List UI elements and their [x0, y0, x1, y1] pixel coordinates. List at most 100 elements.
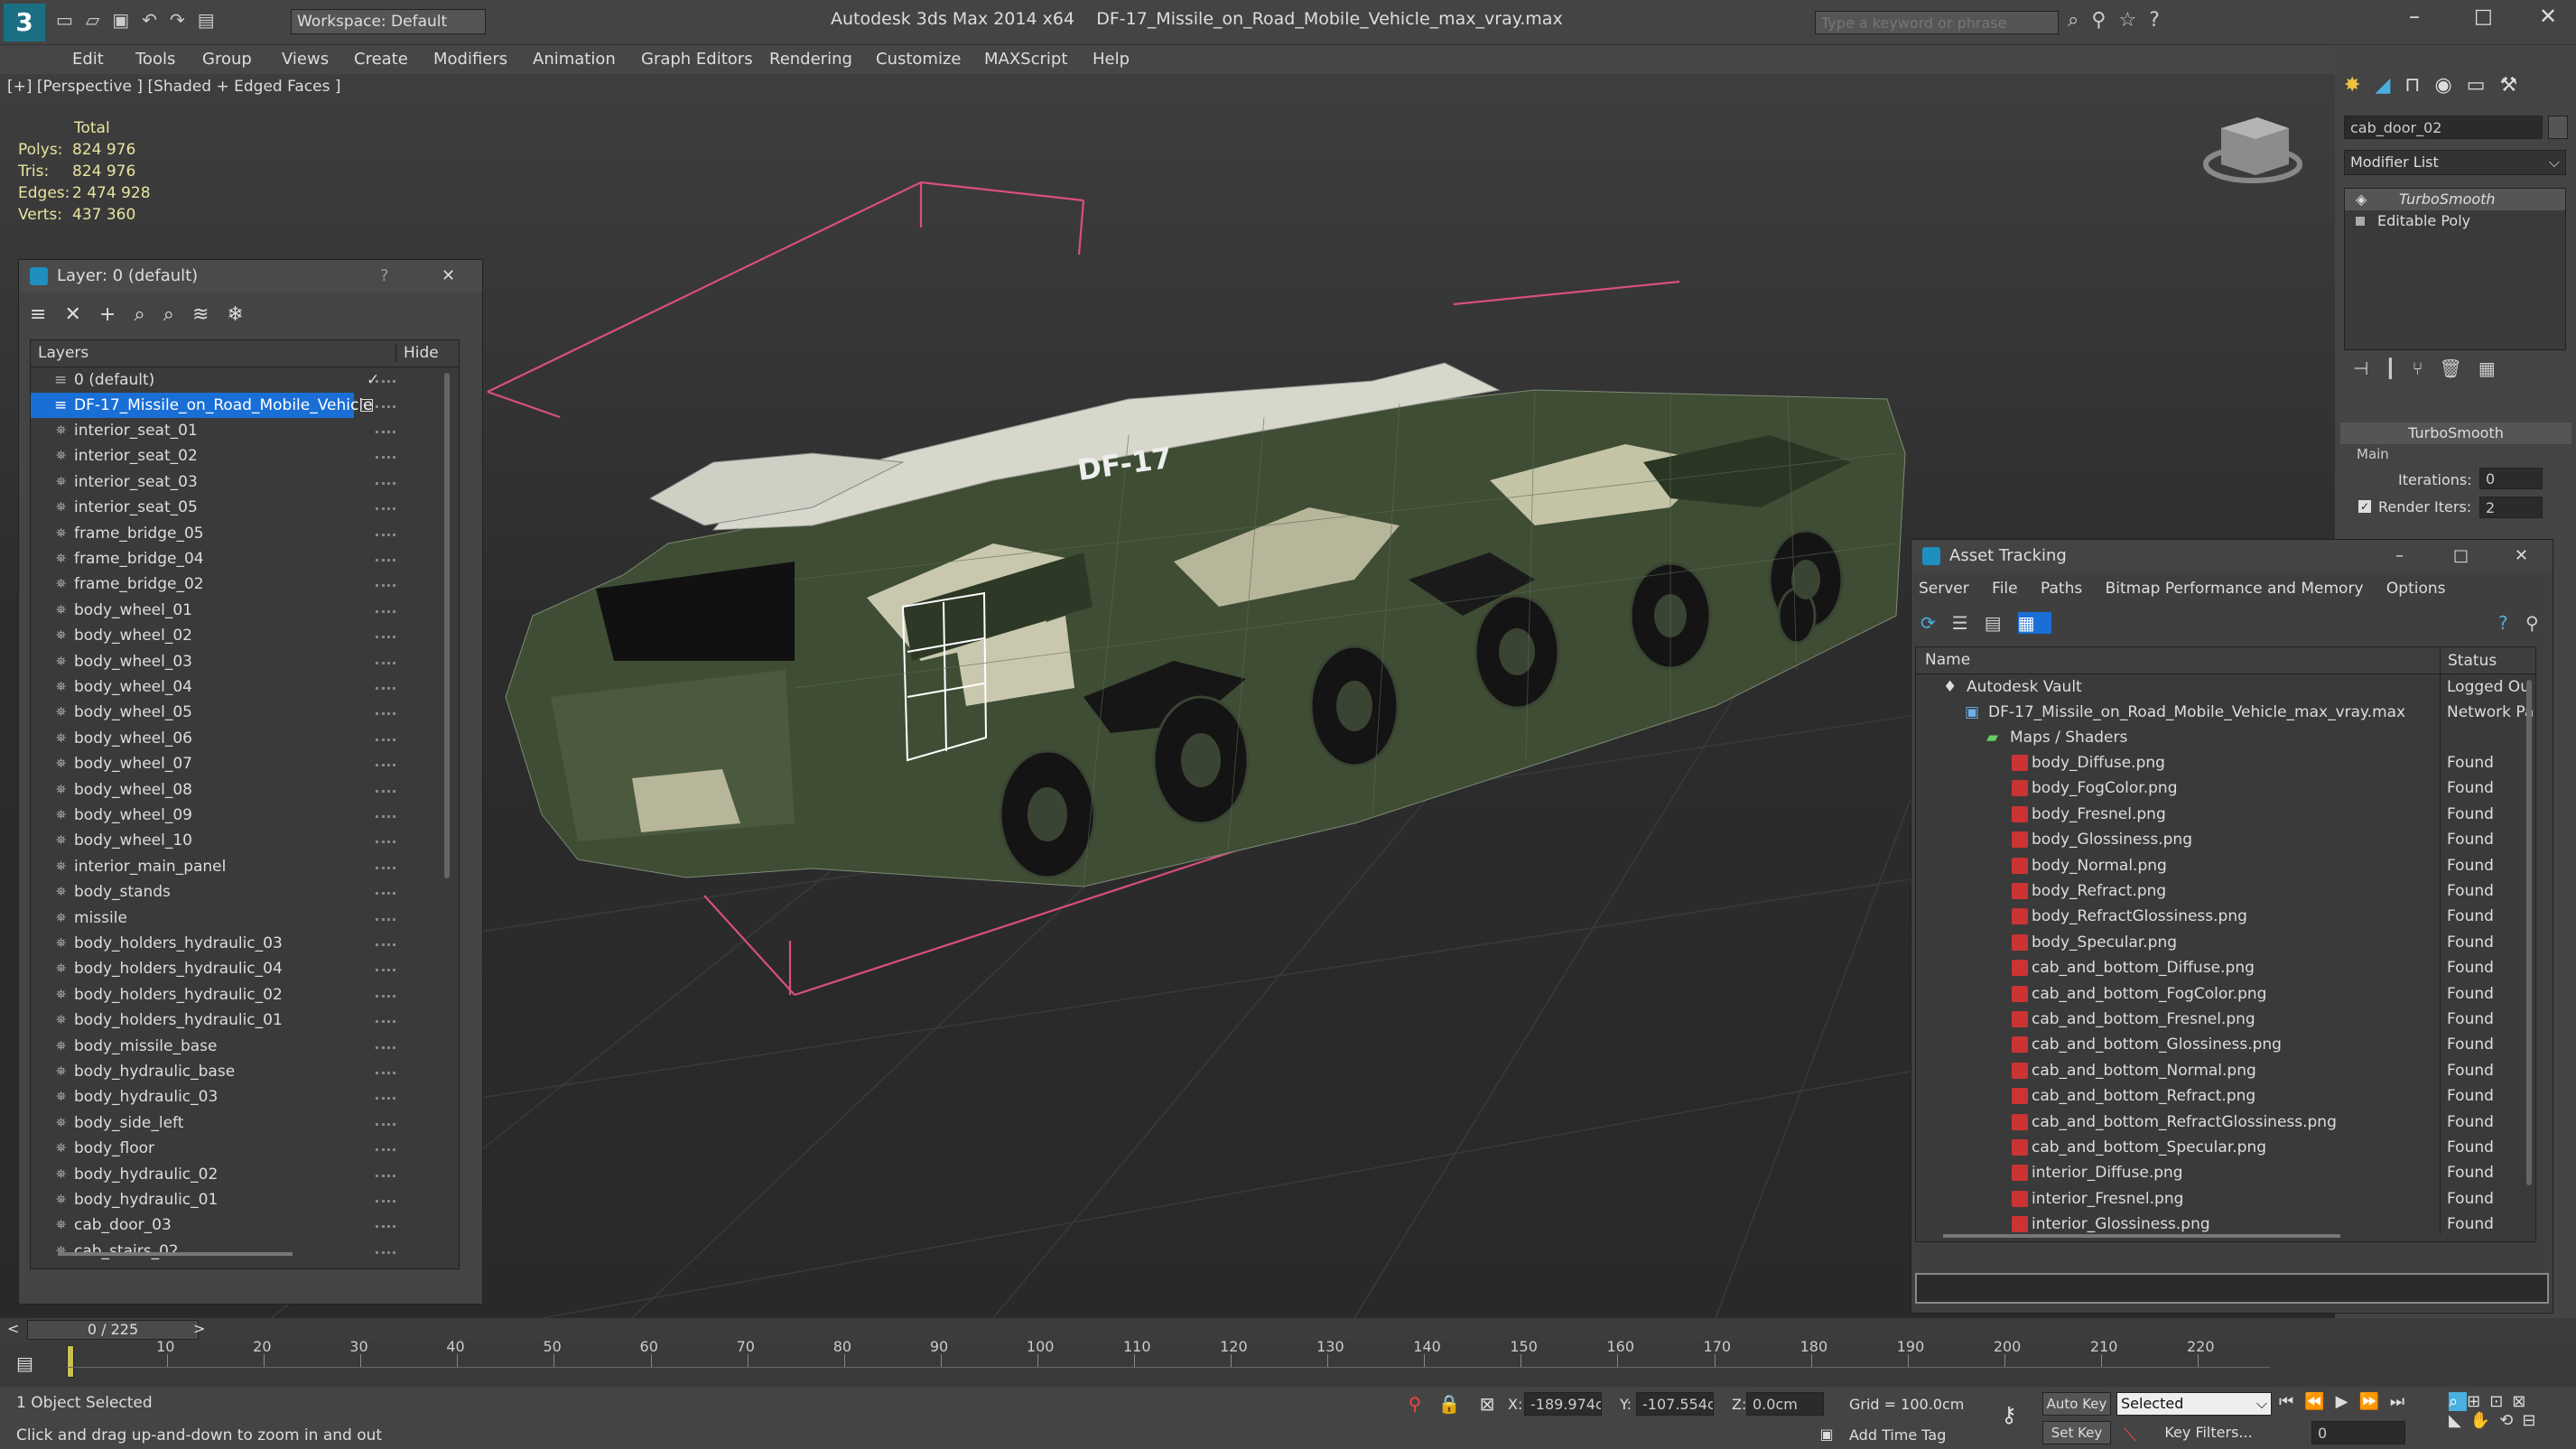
- layer-object-row[interactable]: ⛯ body_hydraulic_03: [31, 1084, 459, 1110]
- menu-rendering[interactable]: Rendering: [769, 45, 852, 74]
- configure-sets-icon[interactable]: ▦: [2478, 358, 2512, 379]
- maximize-icon[interactable]: □: [2474, 5, 2493, 28]
- orbit-icon[interactable]: ⟲: [2499, 1411, 2522, 1430]
- render-iters-checkbox[interactable]: ✓: [2358, 500, 2371, 513]
- pin-icon[interactable]: ⚲: [1403, 1392, 1427, 1416]
- hide-toggle[interactable]: [376, 969, 395, 972]
- asset-menu-paths[interactable]: Paths: [2041, 580, 2082, 598]
- layer-list[interactable]: Layers Hide ≡ 0 (default) ✓ ≡ DF-17_Miss…: [30, 339, 460, 1269]
- search-input[interactable]: [1815, 11, 2059, 34]
- project-icon[interactable]: ▤: [198, 9, 228, 31]
- list-view-icon[interactable]: ☰: [1952, 612, 1985, 634]
- modifier-list-dropdown[interactable]: Modifier List ⌵: [2344, 150, 2566, 175]
- layer-object-row[interactable]: ⛯ body_wheel_09: [31, 803, 459, 828]
- col-layers[interactable]: Layers: [38, 344, 88, 362]
- tree-view-icon[interactable]: ▤: [1985, 612, 2018, 634]
- asset-row-map[interactable]: body_Diffuse.png Found: [1916, 750, 2535, 776]
- workspace-dropdown[interactable]: Workspace: Default: [291, 9, 486, 34]
- layer-object-row[interactable]: ⛯ body_wheel_04: [31, 674, 459, 700]
- menu-edit[interactable]: Edit: [72, 45, 104, 74]
- object-name-field[interactable]: [2344, 116, 2543, 139]
- layer-object-row[interactable]: ⛯ frame_bridge_02: [31, 571, 459, 597]
- pan-icon[interactable]: ✋: [2470, 1411, 2499, 1430]
- modifier-editable-poly[interactable]: Editable Poly: [2345, 210, 2565, 232]
- iterations-spinner[interactable]: [2479, 468, 2543, 489]
- modify-tab-icon[interactable]: ◢: [2375, 74, 2404, 97]
- x-coordinate-field[interactable]: [1524, 1392, 1602, 1416]
- asset-row-map[interactable]: cab_and_bottom_Diffuse.png Found: [1916, 955, 2535, 980]
- layer-window-titlebar[interactable]: Layer: 0 (default) ? ✕: [19, 260, 482, 293]
- key-filter-icon[interactable]: ⟍: [2118, 1423, 2142, 1446]
- menu-help[interactable]: Help: [1093, 45, 1130, 74]
- layer-object-row[interactable]: ⛯ interior_seat_01: [31, 418, 459, 443]
- layer-object-row[interactable]: ⛯ body_wheel_07: [31, 751, 459, 776]
- hide-toggle[interactable]: [376, 380, 395, 383]
- zoom-extents-icon[interactable]: ⊡: [2489, 1392, 2512, 1411]
- asset-path-field[interactable]: [1915, 1273, 2549, 1304]
- asset-row-map[interactable]: body_RefractGlossiness.png Found: [1916, 904, 2535, 929]
- layer-object-row[interactable]: ⛯ body_wheel_10: [31, 828, 459, 853]
- asset-row-map[interactable]: interior_Fresnel.png Found: [1916, 1186, 2535, 1212]
- asset-help-icon[interactable]: ?: [2498, 612, 2508, 634]
- hide-toggle[interactable]: [376, 533, 395, 536]
- asset-row-map[interactable]: body_Specular.png Found: [1916, 930, 2535, 955]
- key-filters-button[interactable]: Key Filters...: [2153, 1421, 2264, 1444]
- hide-toggle[interactable]: [376, 1250, 395, 1254]
- layer-object-row[interactable]: ⛯ frame_bridge_04: [31, 546, 459, 571]
- hide-toggle[interactable]: [376, 994, 395, 998]
- asset-tree-hscrollbar[interactable]: [1943, 1234, 2340, 1238]
- asset-info-icon[interactable]: ⚲: [2525, 612, 2539, 634]
- layer-object-row[interactable]: ⛯ body_hydraulic_base: [31, 1059, 459, 1084]
- modifier-turbosmooth[interactable]: ◈ TurboSmooth: [2345, 189, 2565, 210]
- highlight-layer-icon[interactable]: ⌕: [163, 303, 192, 326]
- asset-row-map[interactable]: cab_and_bottom_Refract.png Found: [1916, 1083, 2535, 1109]
- layer-object-row[interactable]: ⛯ body_floor: [31, 1136, 459, 1161]
- create-layer-icon[interactable]: ≡: [30, 303, 64, 326]
- hide-toggle[interactable]: [376, 917, 395, 921]
- hide-toggle[interactable]: [376, 764, 395, 767]
- menu-maxscript[interactable]: MAXScript: [984, 45, 1067, 74]
- layer-list-scrollbar[interactable]: [444, 373, 450, 878]
- utilities-tab-icon[interactable]: ⚒: [2500, 74, 2533, 97]
- add-time-tag-icon[interactable]: ▣: [1815, 1423, 1838, 1446]
- track-bar[interactable]: ▤ 10 20 30 40 50 60 70 80 90 100 110 120 130 140 150 16…: [0, 1338, 2576, 1387]
- hide-toggle[interactable]: [376, 815, 395, 818]
- delete-layer-icon[interactable]: ✕: [64, 303, 98, 326]
- asset-row-map[interactable]: body_Fresnel.png Found: [1916, 802, 2535, 827]
- layer-object-row[interactable]: ⛯ cab_stairs_02: [31, 1239, 459, 1264]
- asset-row-map[interactable]: cab_and_bottom_RefractGlossiness.png Foun…: [1916, 1110, 2535, 1135]
- star-icon[interactable]: ☆: [2118, 9, 2149, 32]
- hide-toggle[interactable]: [376, 712, 395, 716]
- undo-icon[interactable]: ↶: [142, 9, 170, 31]
- asset-maximize-icon[interactable]: □: [2453, 540, 2469, 572]
- help-icon[interactable]: ?: [2149, 9, 2172, 32]
- layer-object-row[interactable]: ⛯ interior_seat_05: [31, 495, 459, 520]
- z-coordinate-field[interactable]: [1746, 1392, 1824, 1416]
- viewport-label[interactable]: [+] [Perspective ] [Shaded + Edged Faces…: [7, 78, 340, 96]
- modifier-stack[interactable]: ◈ TurboSmooth Editable Poly: [2344, 188, 2566, 350]
- asset-tree[interactable]: Name Status ♦ Autodesk Vault Logged Ou ▣ DF…: [1915, 646, 2536, 1242]
- turbosmooth-rollout[interactable]: TurboSmooth: [2340, 423, 2571, 444]
- hide-toggle[interactable]: [376, 866, 395, 869]
- menu-customize[interactable]: Customize: [876, 45, 961, 74]
- layer-object-row[interactable]: ⛯ body_hydraulic_01: [31, 1187, 459, 1212]
- layer-object-row[interactable]: ⛯ body_holders_hydraulic_01: [31, 1008, 459, 1033]
- menu-tools[interactable]: Tools: [135, 45, 175, 74]
- layer-help-icon[interactable]: ?: [380, 260, 389, 293]
- layer-object-row[interactable]: ⛯ body_side_left: [31, 1110, 459, 1136]
- current-frame-field[interactable]: [2311, 1421, 2405, 1444]
- hide-toggle[interactable]: [376, 661, 395, 664]
- remove-modifier-icon[interactable]: 🗑: [2439, 358, 2478, 379]
- menu-modifiers[interactable]: Modifiers: [433, 45, 507, 74]
- goto-start-icon[interactable]: ⏮: [2279, 1392, 2304, 1411]
- layer-object-row[interactable]: ⛯ body_wheel_02: [31, 623, 459, 648]
- redo-icon[interactable]: ↷: [170, 9, 198, 31]
- zoom-icon[interactable]: ⌕: [2449, 1392, 2468, 1411]
- asset-tree-scrollbar[interactable]: [2526, 680, 2532, 1185]
- asset-window-titlebar[interactable]: Asset Tracking – □ ✕: [1911, 540, 2553, 572]
- hide-toggle[interactable]: [376, 892, 395, 896]
- menu-views[interactable]: Views: [282, 45, 329, 74]
- layer-object-row[interactable]: ⛯ body_missile_base: [31, 1034, 459, 1059]
- lock-selection-icon[interactable]: 🔒: [1437, 1392, 1461, 1416]
- set-key-icon[interactable]: ⚷: [1997, 1403, 2021, 1426]
